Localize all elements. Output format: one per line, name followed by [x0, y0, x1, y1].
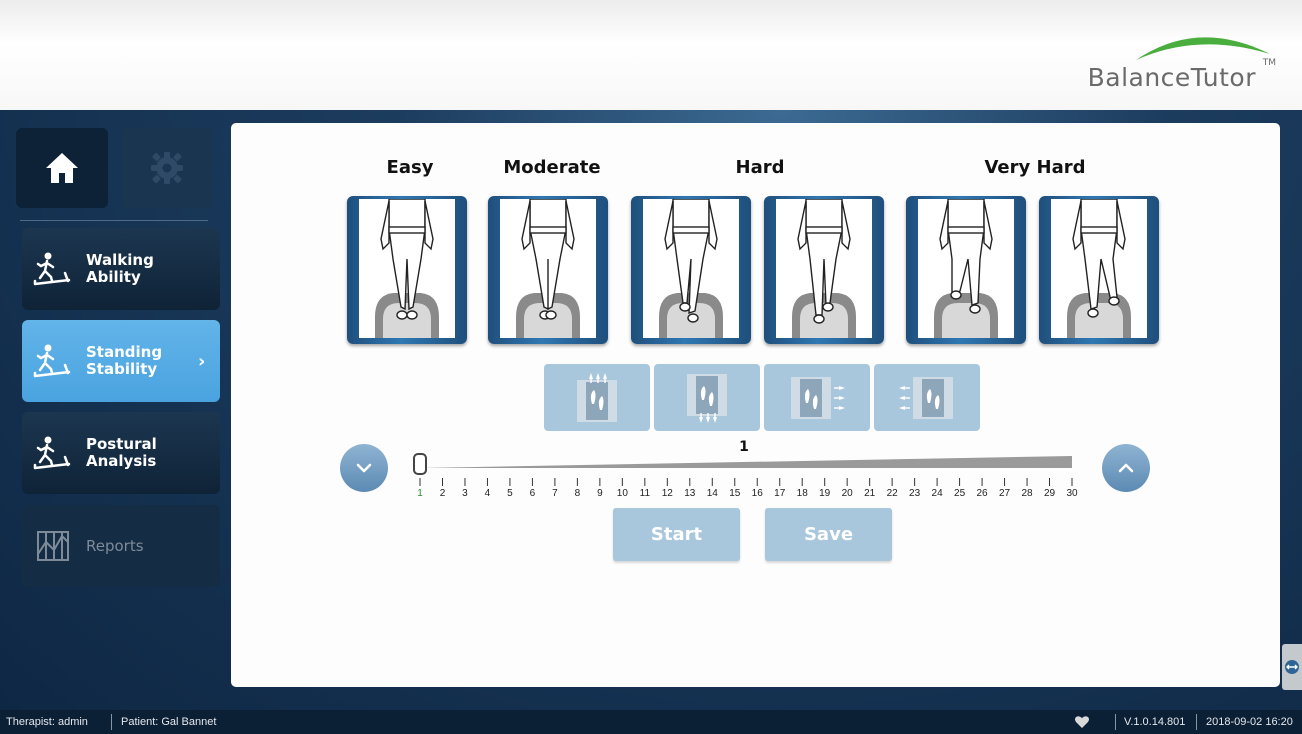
- sidebar-item-label: Standing Stability: [86, 343, 163, 378]
- standing-figure-icon: [659, 198, 723, 338]
- status-divider: [1196, 714, 1197, 730]
- gear-icon: [151, 152, 183, 184]
- patient-label: Patient: Gal Bannet: [121, 716, 217, 728]
- chevron-down-icon: [356, 463, 372, 473]
- chart-icon: [37, 531, 69, 561]
- sidebar-item-label: Reports: [86, 536, 144, 555]
- sidebar-item-postural-analysis[interactable]: Postural Analysis: [22, 412, 220, 494]
- standing-figure-icon: [1067, 198, 1131, 338]
- heart-icon[interactable]: [1074, 715, 1090, 729]
- backward-perturbation-icon: [687, 373, 727, 423]
- slider-tick-label: 6: [530, 488, 536, 499]
- treadmill-icon: [33, 252, 71, 286]
- chevron-right-icon: ›: [198, 350, 206, 372]
- sidebar-divider: [20, 220, 208, 221]
- sidebar-item-label: Postural Analysis: [86, 435, 157, 470]
- slider-tick-label: 3: [462, 488, 468, 499]
- status-divider: [111, 714, 112, 730]
- standing-figure-icon: [375, 198, 439, 338]
- slider-tick-label: 20: [842, 488, 854, 499]
- home-icon: [46, 153, 78, 183]
- slider-tick-label: 23: [909, 488, 921, 499]
- slider-track: [420, 456, 1072, 468]
- stance-card-moderate[interactable]: [488, 196, 608, 344]
- treadmill-icon: [33, 436, 71, 470]
- slider-tick-label: 25: [954, 488, 966, 499]
- therapist-label: Therapist: admin: [6, 716, 88, 728]
- slider-tick-label: 24: [932, 488, 944, 499]
- brand-logo: BalanceTutor TM: [1082, 24, 1282, 96]
- slider-tick-label: 18: [797, 488, 809, 499]
- level-title-moderate: Moderate: [503, 157, 601, 178]
- slider-tick-label: 1: [417, 488, 423, 499]
- direction-right-button[interactable]: [764, 364, 870, 431]
- stance-card-easy[interactable]: [347, 196, 467, 344]
- slider-tick-label: 29: [1044, 488, 1056, 499]
- slider-tick-label: 9: [597, 488, 603, 499]
- level-slider[interactable]: 1 2 3 4 5 6 7 8 9 10 11 12 13 14 15 16 17 18 19 20 21 22 23 24 2…: [400, 446, 1090, 506]
- slider-tick-label: 21: [864, 488, 876, 499]
- home-button[interactable]: [16, 128, 108, 208]
- save-button[interactable]: Save: [765, 508, 892, 561]
- stance-card-very-hard-1[interactable]: [906, 196, 1026, 344]
- slider-tick-label: 16: [752, 488, 764, 499]
- level-decrease-button[interactable]: [340, 444, 388, 492]
- forward-perturbation-icon: [577, 372, 617, 422]
- left-perturbation-icon: [899, 376, 953, 419]
- standing-figure-icon: [516, 198, 580, 338]
- chevron-up-icon: [1118, 463, 1134, 473]
- stance-card-hard-2[interactable]: [764, 196, 884, 344]
- slider-ticks: 1 2 3 4 5 6 7 8 9 10 11 12 13 14 15 16 17 18 19 20 21 22 23 24 2…: [417, 478, 1078, 499]
- right-perturbation-icon: [791, 376, 845, 419]
- brand-trademark: TM: [1262, 58, 1276, 68]
- slider-tick-label: 17: [774, 488, 786, 499]
- status-bar: Therapist: admin Patient: Gal Bannet V.1…: [0, 710, 1302, 734]
- slider-tick-label: 15: [729, 488, 741, 499]
- slider-tick-label: 2: [440, 488, 446, 499]
- slider-tick-label: 27: [999, 488, 1011, 499]
- slider-tick-label: 14: [707, 488, 719, 499]
- collapse-icon: [1285, 660, 1299, 674]
- slider-tick-label: 5: [507, 488, 513, 499]
- stance-card-very-hard-2[interactable]: [1039, 196, 1159, 344]
- sidebar-item-standing-stability[interactable]: Standing Stability ›: [22, 320, 220, 402]
- level-increase-button[interactable]: [1102, 444, 1150, 492]
- sidebar-item-reports[interactable]: Reports: [22, 505, 220, 587]
- slider-tick-label: 7: [552, 488, 558, 499]
- app-header: BalanceTutor TM: [0, 0, 1302, 110]
- level-title-very-hard: Very Hard: [984, 157, 1086, 178]
- level-title-easy: Easy: [386, 157, 434, 178]
- version-label: V.1.0.14.801: [1124, 716, 1186, 728]
- slider-tick-label: 22: [887, 488, 899, 499]
- stance-card-hard-1[interactable]: [631, 196, 751, 344]
- side-panel-tab[interactable]: [1282, 644, 1302, 690]
- sidebar-item-walking-ability[interactable]: Walking Ability: [22, 228, 220, 310]
- slider-tick-label: 12: [662, 488, 674, 499]
- slider-tick-label: 13: [684, 488, 696, 499]
- settings-button[interactable]: [122, 128, 212, 208]
- sidebar-item-label: Walking Ability: [86, 251, 154, 286]
- start-button[interactable]: Start: [613, 508, 740, 561]
- datetime-label: 2018-09-02 16:20: [1206, 716, 1293, 728]
- slider-tick-label: 26: [977, 488, 989, 499]
- brand-name: BalanceTutor: [1087, 63, 1256, 92]
- slider-tick-label: 4: [485, 488, 491, 499]
- direction-backward-button[interactable]: [654, 364, 760, 431]
- standing-figure-icon: [792, 198, 856, 338]
- level-title-hard: Hard: [735, 157, 785, 178]
- slider-thumb[interactable]: [413, 453, 427, 475]
- slider-tick-label: 28: [1021, 488, 1033, 499]
- slider-tick-label: 19: [819, 488, 831, 499]
- status-divider: [1115, 714, 1116, 730]
- slider-tick-label: 30: [1066, 488, 1078, 499]
- treadmill-icon: [33, 344, 71, 378]
- slider-tick-label: 11: [640, 488, 651, 499]
- slider-tick-label: 10: [617, 488, 629, 499]
- standing-figure-icon: [934, 198, 998, 338]
- direction-left-button[interactable]: [874, 364, 980, 431]
- direction-forward-button[interactable]: [544, 364, 650, 431]
- slider-tick-label: 8: [575, 488, 581, 499]
